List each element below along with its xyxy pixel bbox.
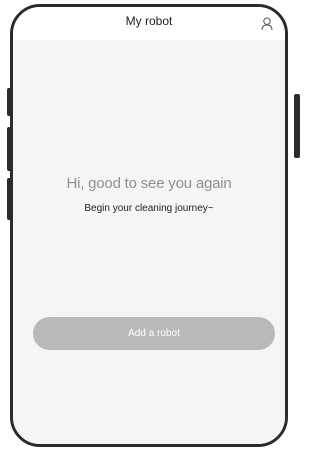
greeting-text: Hi, good to see you again [66,175,232,192]
page-title: My robot [125,14,173,28]
screen-body [13,40,285,444]
user-icon[interactable] [261,17,273,31]
subtitle-text: Begin your cleaning journey~ [84,203,214,214]
phone-frame: My robot Hi, good to see you again Begin… [10,4,288,447]
top-bar: My robot [13,7,285,40]
power-side-button [294,94,300,158]
add-robot-button[interactable]: Add a robot [33,317,275,350]
